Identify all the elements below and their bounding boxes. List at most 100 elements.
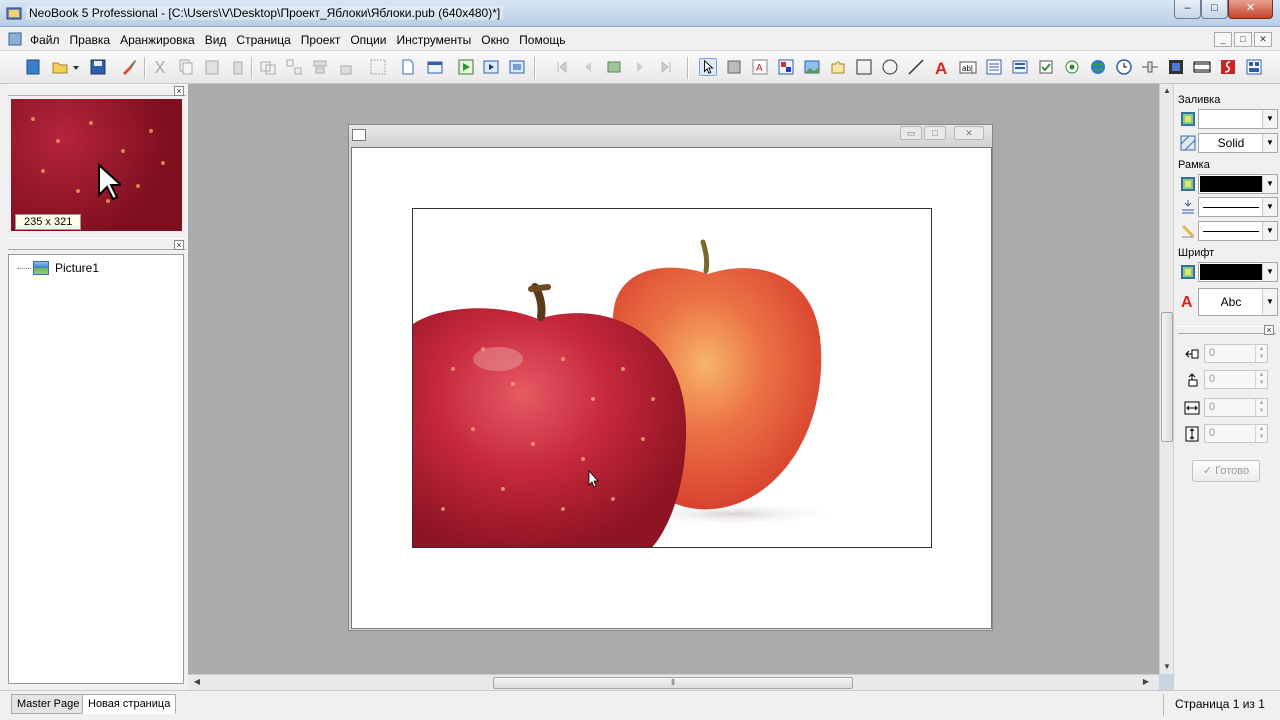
page-properties-icon[interactable] <box>426 58 444 76</box>
pointer-tool-icon[interactable] <box>699 58 717 76</box>
chevron-down-icon[interactable]: ▼ <box>1262 222 1277 240</box>
text-art-tool-icon[interactable]: A <box>933 58 951 76</box>
menu-edit[interactable]: Правка <box>70 33 111 47</box>
fill-style-select[interactable]: Solid ▼ <box>1198 133 1278 153</box>
chevron-down-icon[interactable]: ▼ <box>1262 198 1277 216</box>
lock-icon[interactable] <box>337 58 355 76</box>
copy-icon[interactable] <box>177 58 195 76</box>
chevron-down-icon[interactable]: ▼ <box>1262 110 1277 128</box>
timer-tool-icon[interactable] <box>1115 58 1133 76</box>
previous-page-icon[interactable] <box>579 58 597 76</box>
picture1-object[interactable] <box>412 208 932 548</box>
page-canvas[interactable] <box>351 147 992 629</box>
menu-view[interactable]: Вид <box>205 33 227 47</box>
cut-icon[interactable] <box>151 58 169 76</box>
menu-arrange[interactable]: Аранжировка <box>120 33 195 47</box>
menu-project[interactable]: Проект <box>301 33 341 47</box>
spinner-arrows-icon[interactable]: ▲ ▼ <box>1255 371 1267 388</box>
page-close-button[interactable]: ✕ <box>954 126 984 140</box>
align-icon[interactable] <box>311 58 329 76</box>
close-button[interactable]: ✕ <box>1228 0 1273 19</box>
menu-page[interactable]: Страница <box>236 33 290 47</box>
fill-style-icon[interactable] <box>1180 135 1196 151</box>
ellipse-tool-icon[interactable] <box>881 58 899 76</box>
scroll-left-icon[interactable]: ◀ <box>192 677 202 687</box>
spinner-arrows-icon[interactable]: ▲ ▼ <box>1255 399 1267 416</box>
text-tool-icon[interactable]: A <box>751 58 769 76</box>
last-page-icon[interactable] <box>657 58 675 76</box>
maximize-button[interactable]: □ <box>1201 0 1228 19</box>
font-color-icon[interactable] <box>1180 264 1196 280</box>
radio-button-tool-icon[interactable] <box>1063 58 1081 76</box>
compile-icon[interactable] <box>508 58 526 76</box>
new-page-icon[interactable] <box>399 58 417 76</box>
flash-tool-icon[interactable] <box>1219 58 1237 76</box>
chevron-down-icon[interactable]: ▼ <box>1262 263 1277 281</box>
close-icon[interactable]: × <box>1264 325 1274 335</box>
preview-icon[interactable] <box>482 58 500 76</box>
gallery-tool-icon[interactable] <box>1245 58 1263 76</box>
text-entry-tool-icon[interactable]: ab| <box>959 58 977 76</box>
document-menu-icon[interactable] <box>8 32 22 46</box>
line-tool-icon[interactable] <box>907 58 925 76</box>
frame-tool-icon[interactable] <box>855 58 873 76</box>
spinner-arrows-icon[interactable]: ▲ ▼ <box>1255 425 1267 442</box>
tab-new-page[interactable]: Новая страница <box>82 694 177 714</box>
horizontal-scroll-thumb[interactable]: ⦀ <box>493 677 853 689</box>
menu-tools[interactable]: Инструменты <box>396 33 471 47</box>
brush-icon[interactable] <box>120 58 138 76</box>
close-icon[interactable]: × <box>174 240 184 250</box>
y-position-field[interactable]: 0 ▲ ▼ <box>1184 370 1276 390</box>
tab-master-page[interactable]: Master Page <box>11 694 86 714</box>
font-select[interactable]: Abc ▼ <box>1198 288 1278 316</box>
puzzle-tool-icon[interactable] <box>829 58 847 76</box>
select-all-icon[interactable] <box>369 58 387 76</box>
text-block-tool-icon[interactable] <box>777 58 795 76</box>
tree-item-picture1[interactable]: Picture1 <box>33 260 99 276</box>
menu-window[interactable]: Окно <box>481 33 509 47</box>
scroll-up-icon[interactable]: ▲ <box>1162 86 1172 96</box>
vertical-scrollbar[interactable]: ▲ ▼ <box>1159 84 1173 674</box>
font-icon[interactable]: A <box>1180 292 1196 308</box>
menu-options[interactable]: Опции <box>350 33 386 47</box>
border-color-icon[interactable] <box>1180 176 1196 192</box>
slider-tool-icon[interactable] <box>1141 58 1159 76</box>
run-icon[interactable] <box>457 58 475 76</box>
border-color-select[interactable]: ▼ <box>1198 174 1278 194</box>
save-icon[interactable] <box>89 58 107 76</box>
horizontal-scrollbar[interactable]: ◀ ⦀ ▶ <box>188 674 1159 690</box>
next-page-icon[interactable] <box>631 58 649 76</box>
open-folder-icon[interactable] <box>51 58 69 76</box>
video-tool-icon[interactable] <box>1193 58 1211 76</box>
vertical-scroll-thumb[interactable] <box>1161 312 1173 442</box>
font-color-select[interactable]: ▼ <box>1198 262 1278 282</box>
combo-box-tool-icon[interactable] <box>1011 58 1029 76</box>
ungroup-icon[interactable] <box>285 58 303 76</box>
menu-help[interactable]: Помощь <box>519 33 565 47</box>
scroll-down-icon[interactable]: ▼ <box>1162 662 1172 672</box>
spinner-arrows-icon[interactable]: ▲ ▼ <box>1255 345 1267 362</box>
group-icon[interactable] <box>259 58 277 76</box>
object-tree-header[interactable]: × <box>8 238 186 250</box>
x-position-field[interactable]: 0 ▲ ▼ <box>1184 344 1276 364</box>
web-browser-tool-icon[interactable] <box>1089 58 1107 76</box>
delete-icon[interactable] <box>229 58 247 76</box>
thumbnail-panel-header[interactable]: × <box>8 84 186 96</box>
chevron-down-icon[interactable]: ▼ <box>1262 289 1277 315</box>
neobook-app-icon[interactable] <box>6 5 22 21</box>
position-panel-header[interactable]: × <box>1178 325 1276 335</box>
page-minimize-button[interactable]: ▭ <box>900 126 922 140</box>
mdi-minimize-button[interactable]: _ <box>1214 32 1232 47</box>
mdi-restore-button[interactable]: □ <box>1234 32 1252 47</box>
paste-icon[interactable] <box>203 58 221 76</box>
fill-color-icon[interactable] <box>1180 111 1196 127</box>
rectangle-tool-icon[interactable] <box>725 58 743 76</box>
mdi-close-button[interactable]: ✕ <box>1254 32 1272 47</box>
chevron-down-icon[interactable]: ▼ <box>1262 134 1277 152</box>
page-window-title-bar[interactable]: ▭ □ ✕ <box>349 125 992 147</box>
border-width-select[interactable]: ▼ <box>1198 197 1278 217</box>
border-width-icon[interactable] <box>1180 199 1196 215</box>
page-list-icon[interactable] <box>605 58 623 76</box>
picture-tool-icon[interactable] <box>803 58 821 76</box>
chevron-down-icon[interactable]: ▼ <box>1262 175 1277 193</box>
